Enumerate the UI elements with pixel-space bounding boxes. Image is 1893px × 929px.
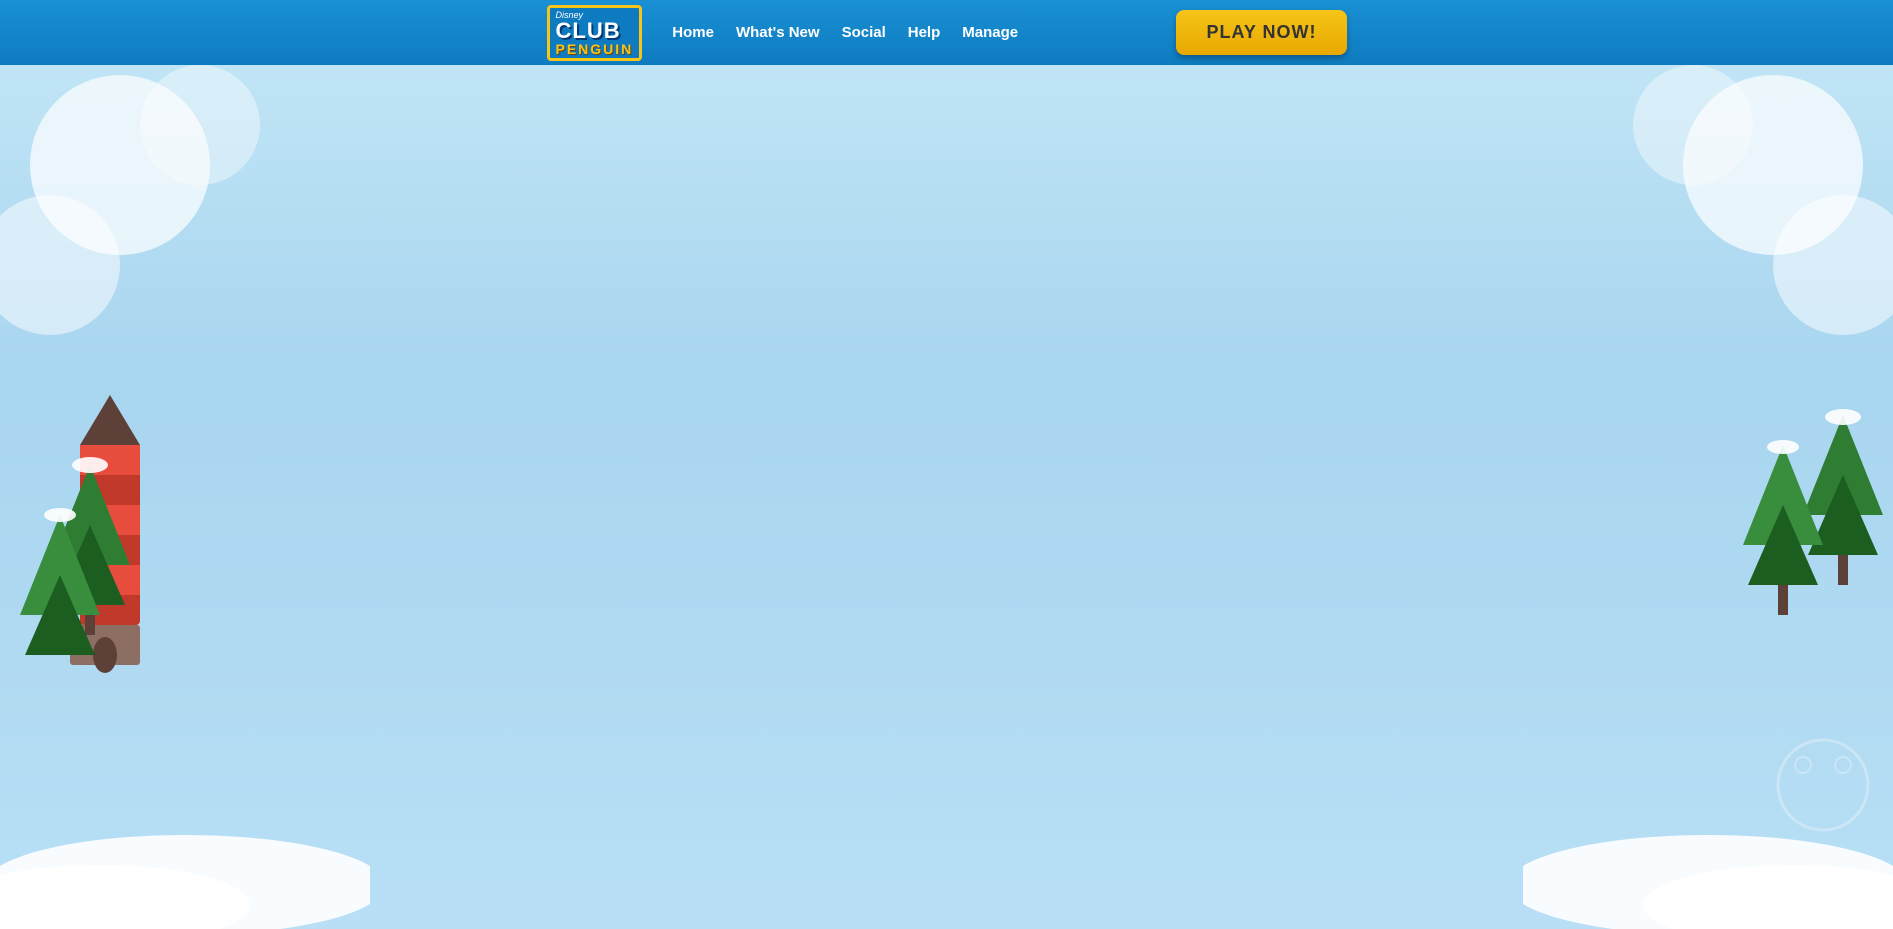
logo-penguin: PENGUIN [556,42,634,56]
nav-help[interactable]: Help [908,24,941,41]
logo[interactable]: Disney CLUB PENGUIN [547,5,643,61]
nav-manage[interactable]: Manage [962,24,1018,41]
play-now-button[interactable]: PLAY NOW! [1176,10,1346,55]
header: Disney CLUB PENGUIN Home What's New Soci… [0,0,1893,65]
nav-social[interactable]: Social [842,24,886,41]
nav-home[interactable]: Home [672,24,714,41]
main-nav: Home What's New Social Help Manage [672,24,1176,41]
logo-club: CLUB [556,20,634,42]
nav-whats-new[interactable]: What's New [736,24,820,41]
